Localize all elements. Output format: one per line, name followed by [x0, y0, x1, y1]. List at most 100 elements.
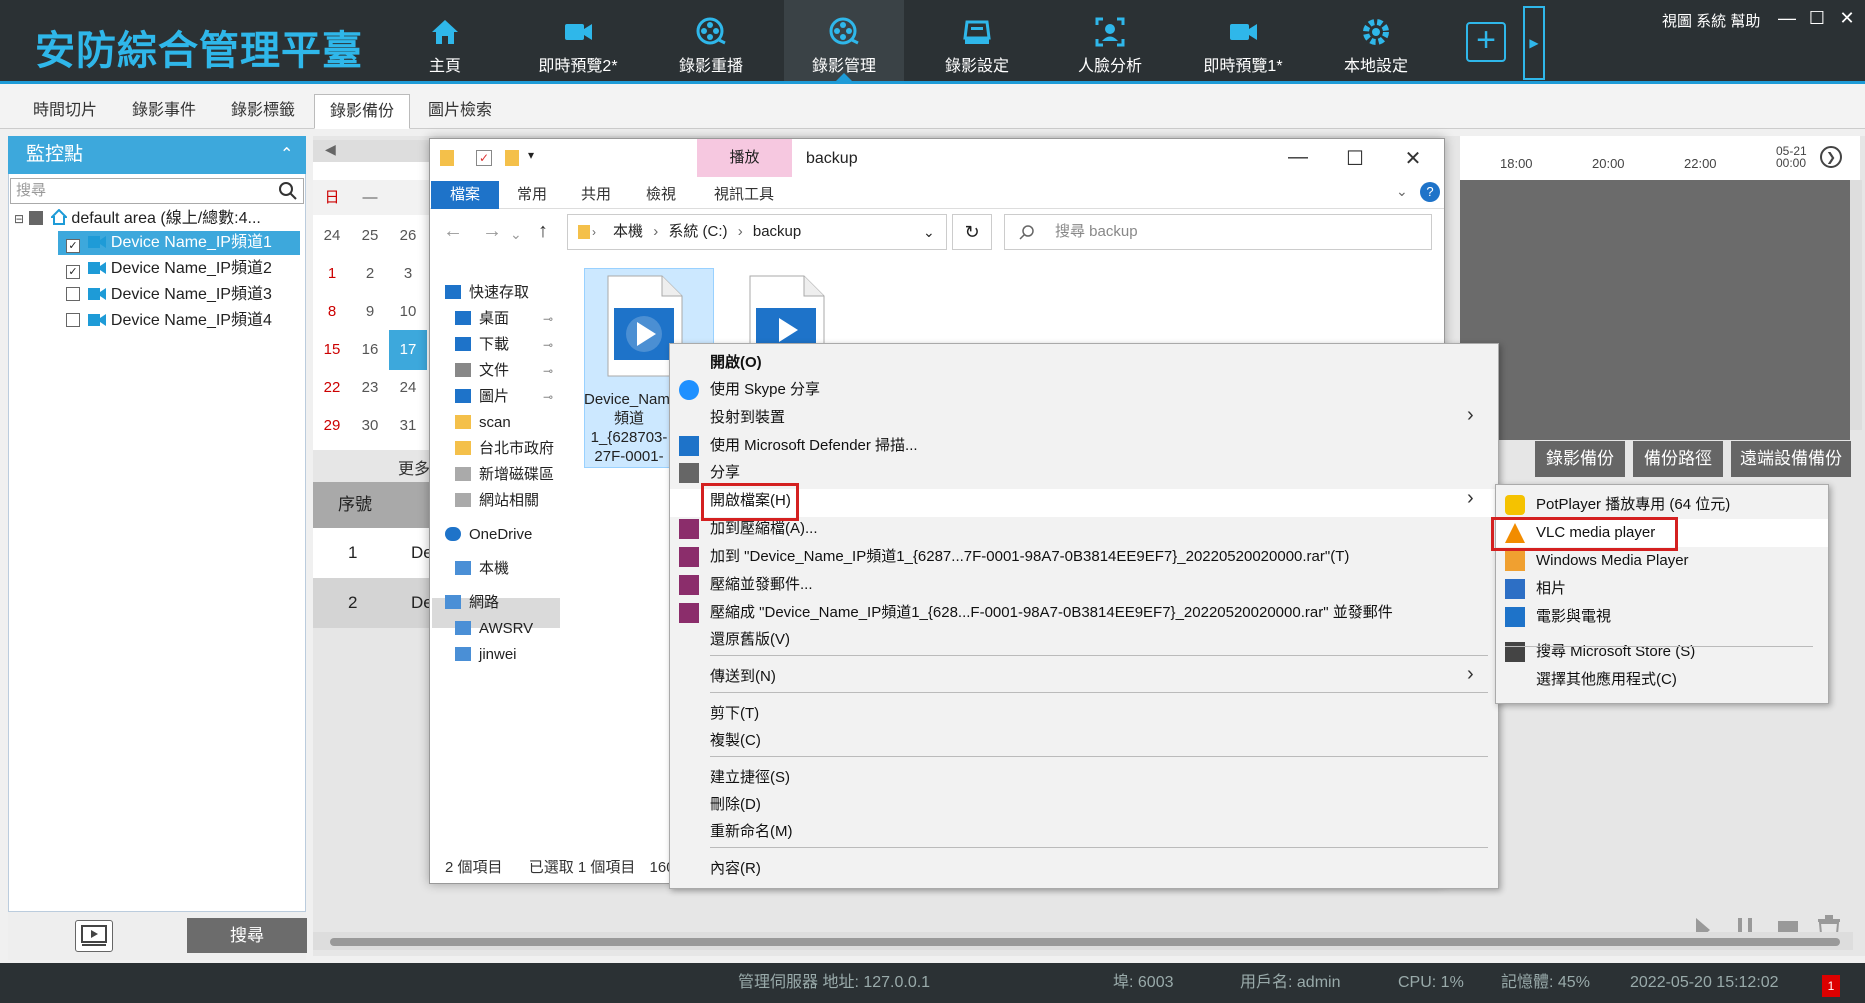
menu-item[interactable]: 投射到裝置	[710, 406, 785, 430]
nav-live-view-1[interactable]: 即時預覽1*	[1183, 0, 1303, 81]
nav-item-圖片[interactable]: 圖片	[455, 384, 509, 410]
ribbon-tab-home[interactable]: 常用	[503, 181, 561, 209]
menu-item[interactable]: 剪下(T)	[710, 702, 759, 726]
properties-icon[interactable]: ✓	[476, 150, 492, 166]
menu-item[interactable]: 建立捷徑(S)	[710, 766, 790, 790]
table-row[interactable]: 2 De	[313, 578, 433, 628]
remote-device-backup-button[interactable]: 遠端設備備份	[1731, 441, 1851, 477]
calendar-day[interactable]: 17	[389, 330, 427, 370]
system-menu[interactable]: 視圖 系統 幫助	[1662, 10, 1760, 31]
timeline-next-icon[interactable]: ❯	[1820, 146, 1842, 168]
tab-time-slice[interactable]: 時間切片	[18, 94, 112, 129]
record-backup-button[interactable]: 錄影備份	[1535, 441, 1625, 477]
calendar-day[interactable]: 9	[351, 292, 389, 332]
pin-icon[interactable]: ⊸	[543, 332, 553, 358]
open-with-item[interactable]: 搜尋 Microsoft Store (S)	[1536, 640, 1695, 664]
prev-month-icon[interactable]: ◀	[325, 141, 336, 158]
calendar-day[interactable]: 15	[313, 330, 351, 370]
explorer-maximize-button[interactable]: ☐	[1340, 146, 1370, 171]
nav-item-onedrive[interactable]: OneDrive	[445, 522, 532, 548]
menu-item[interactable]: 使用 Microsoft Defender 掃描...	[710, 434, 918, 458]
address-dropdown-icon[interactable]: ⌄	[923, 215, 935, 249]
new-folder-icon[interactable]	[505, 150, 519, 166]
calendar-day[interactable]: 31	[389, 406, 427, 446]
tab-image-search[interactable]: 圖片檢索	[413, 94, 507, 129]
more-link[interactable]: 更多	[398, 455, 430, 479]
menu-item[interactable]: 使用 Skype 分享	[710, 378, 820, 402]
tab-record-events[interactable]: 錄影事件	[117, 94, 211, 129]
scrollbar-thumb[interactable]	[330, 938, 1840, 946]
calendar-day[interactable]: 26	[389, 216, 427, 256]
calendar-day[interactable]: 29	[313, 406, 351, 446]
nav-item-新增磁碟區[interactable]: 新增磁碟區	[455, 462, 554, 488]
calendar-day[interactable]: 10	[389, 292, 427, 332]
nav-playback[interactable]: 錄影重播	[651, 0, 771, 81]
pin-icon[interactable]: ⊸	[543, 358, 553, 384]
menu-item[interactable]: 加到 "Device_Name_IP頻道1_{6287...7F-0001-98…	[710, 545, 1349, 569]
alert-badge[interactable]: 1	[1822, 975, 1840, 997]
open-with-item[interactable]: 電影與電視	[1536, 605, 1611, 629]
search-button[interactable]: 搜尋	[187, 918, 307, 953]
nav-face-analysis[interactable]: 人臉分析	[1050, 0, 1170, 81]
nav-item-jinwei[interactable]: jinwei	[455, 642, 517, 668]
ribbon-context-tab[interactable]: 播放	[697, 139, 792, 177]
tree-root[interactable]: ⊟ default area (線上/總數:4...	[14, 207, 261, 231]
ribbon-tab-view[interactable]: 檢視	[632, 181, 690, 209]
calendar-day[interactable]: 8	[313, 292, 351, 332]
add-tab-button[interactable]: +	[1466, 22, 1506, 62]
video-file-icon[interactable]	[746, 274, 826, 344]
address-segment[interactable]: backup	[753, 223, 801, 240]
maximize-button[interactable]: ☐	[1805, 8, 1829, 29]
device-item-1[interactable]: ✓ Device Name_IP頻道1	[66, 231, 272, 255]
forward-arrow-icon[interactable]: →	[482, 220, 502, 243]
calendar-day[interactable]: 22	[313, 368, 351, 408]
address-bar[interactable]: › 本機 › 系統 (C:) › backup ⌄	[567, 214, 947, 250]
explorer-close-button[interactable]: ✕	[1398, 146, 1428, 171]
device-item-4[interactable]: Device Name_IP頻道4	[66, 309, 272, 333]
device-checkbox[interactable]	[66, 287, 80, 301]
minimize-button[interactable]: —	[1775, 8, 1799, 29]
nav-item-awsrv[interactable]: AWSRV	[455, 616, 533, 642]
calendar-day[interactable]: 30	[351, 406, 389, 446]
menu-item[interactable]: 開啟(O)	[710, 351, 762, 375]
menu-item[interactable]: 複製(C)	[710, 729, 761, 753]
open-with-item[interactable]: 選擇其他應用程式(C)	[1536, 668, 1677, 692]
nav-item-文件[interactable]: 文件	[455, 358, 509, 384]
playback-button[interactable]	[75, 920, 113, 952]
tab-record-tags[interactable]: 錄影標籤	[216, 94, 310, 129]
menu-item[interactable]: 傳送到(N)	[710, 665, 776, 689]
calendar-day[interactable]: 23	[351, 368, 389, 408]
device-item-2[interactable]: ✓ Device Name_IP頻道2	[66, 257, 272, 281]
explorer-search-input[interactable]: 搜尋 backup	[1004, 214, 1432, 250]
menu-item[interactable]: 分享	[710, 461, 740, 485]
ribbon-expand-icon[interactable]: ⌄	[1396, 183, 1408, 200]
open-with-item[interactable]: 相片	[1536, 577, 1566, 601]
vertical-scrollbar[interactable]	[1850, 180, 1862, 430]
ribbon-tab-share[interactable]: 共用	[567, 181, 625, 209]
nav-local-settings[interactable]: 本地設定	[1316, 0, 1436, 81]
recent-dropdown-icon[interactable]: ⌄	[510, 226, 522, 243]
menu-item[interactable]: 還原舊版(V)	[710, 628, 790, 652]
close-button[interactable]: ✕	[1835, 8, 1859, 29]
nav-scroll-button[interactable]: ▶	[1523, 6, 1545, 80]
quick-access-dropdown-icon[interactable]: ▾	[528, 148, 534, 162]
calendar-day[interactable]: 24	[313, 216, 351, 256]
menu-item[interactable]: 刪除(D)	[710, 793, 761, 817]
nav-home[interactable]: 主頁	[385, 0, 505, 81]
table-row[interactable]: 1 De	[313, 528, 433, 578]
up-arrow-icon[interactable]: ↑	[538, 220, 548, 243]
nav-item-本機[interactable]: 本機	[455, 556, 509, 582]
collapse-icon[interactable]: ⌃	[280, 136, 293, 174]
calendar-day[interactable]: 24	[389, 368, 427, 408]
back-arrow-icon[interactable]: ←	[443, 220, 463, 243]
nav-item-scan[interactable]: scan	[455, 410, 511, 436]
device-item-3[interactable]: Device Name_IP頻道3	[66, 283, 272, 307]
backup-path-button[interactable]: 備份路徑	[1633, 441, 1723, 477]
menu-item[interactable]: 內容(R)	[710, 857, 761, 881]
device-checkbox[interactable]: ✓	[66, 239, 80, 253]
menu-item[interactable]: 重新命名(M)	[710, 820, 793, 844]
open-with-item[interactable]: Windows Media Player	[1536, 549, 1689, 573]
help-icon[interactable]: ?	[1420, 182, 1440, 202]
calendar-day[interactable]: 16	[351, 330, 389, 370]
menu-item[interactable]: 壓縮並發郵件...	[710, 573, 813, 597]
